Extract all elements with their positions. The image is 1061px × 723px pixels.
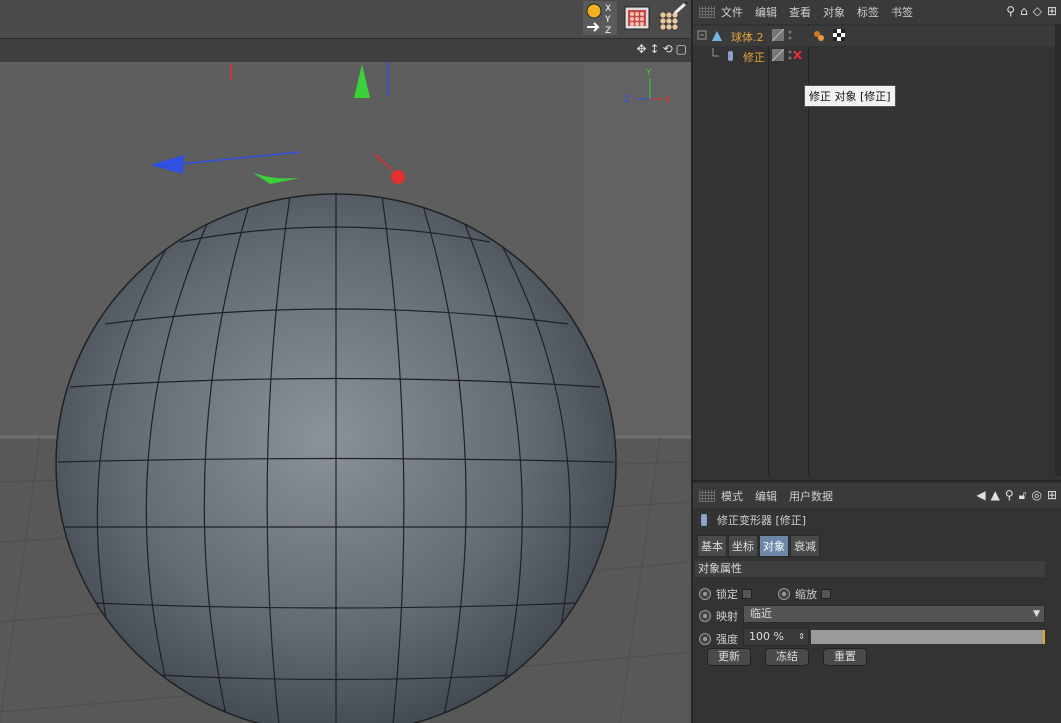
menu-view[interactable]: 查看: [789, 4, 811, 20]
view-axis-y: Y: [645, 68, 652, 78]
menu-bookmarks[interactable]: 书签: [891, 4, 913, 20]
search-icon[interactable]: ⚲: [1005, 488, 1014, 503]
render-settings-button[interactable]: [655, 0, 689, 35]
maximize-view-icon[interactable]: ▢: [676, 42, 687, 56]
phong-tag-icon[interactable]: [814, 31, 824, 41]
tree-branch-icon: [712, 48, 733, 61]
scale-label: 缩放: [795, 588, 817, 601]
axis-letter-x: X: [605, 4, 611, 14]
attribute-tabs: 基本 坐标 对象 衰减: [697, 535, 820, 557]
render-settings-icon: [659, 0, 689, 31]
strength-animate-radio[interactable]: [699, 633, 711, 645]
sphere-object[interactable]: [55, 193, 617, 723]
menu-mode[interactable]: 模式: [721, 488, 743, 504]
visibility-toggle[interactable]: [772, 29, 802, 43]
object-name-correction[interactable]: 修正: [743, 49, 765, 65]
viewport-3d-canvas[interactable]: Y Z X: [0, 62, 691, 723]
strength-slider[interactable]: [811, 630, 1045, 644]
panel-grip-icon[interactable]: [699, 490, 715, 502]
mapping-animate-radio[interactable]: [699, 610, 711, 622]
scale-animate-radio[interactable]: [778, 588, 790, 600]
menu-file[interactable]: 文件: [721, 4, 743, 20]
object-row-correction[interactable]: 修正: [693, 46, 1055, 66]
dolly-view-icon[interactable]: ↕: [650, 42, 660, 56]
new-window-icon[interactable]: ⊞: [1047, 488, 1057, 503]
scale-checkbox[interactable]: [821, 589, 831, 599]
correction-deformer-icon: [728, 51, 733, 61]
disabled-x-icon[interactable]: [793, 50, 802, 60]
back-arrow-icon[interactable]: ◀: [976, 488, 985, 503]
menu-objects[interactable]: 对象: [823, 4, 845, 20]
back-icon[interactable]: ◇: [1033, 4, 1042, 18]
attribute-manager-menubar: 模式 编辑 用户数据 ◀ ▲ ⚲ 🔓︎ ◎ ⊞: [693, 484, 1061, 508]
tooltip: 修正 对象 [修正]: [804, 85, 896, 107]
object-row-sphere[interactable]: 球体.2: [693, 26, 1055, 46]
tab-object[interactable]: 对象: [759, 535, 789, 557]
object-manager-scrollbar[interactable]: [1055, 24, 1061, 476]
object-manager[interactable]: 球体.2 修正 修正 对象 [修正]: [693, 24, 1061, 476]
new-window-icon[interactable]: ⊞: [1047, 4, 1057, 18]
mapping-label: 映射: [716, 610, 738, 623]
correction-deformer-icon: [701, 514, 707, 526]
update-button[interactable]: 更新: [707, 648, 751, 666]
attribute-title: 修正变形器 [修正]: [717, 514, 807, 527]
mapping-value: 临近: [750, 607, 772, 620]
attribute-header: 修正变形器 [修正]: [699, 512, 806, 528]
move-view-icon[interactable]: ✥: [636, 42, 646, 56]
world-axis-icon: X Y Z: [586, 3, 611, 36]
search-icon[interactable]: ⚲: [1006, 4, 1015, 18]
rotate-view-icon[interactable]: ⟲: [663, 42, 673, 56]
sphere-object-icon: [712, 31, 722, 41]
lock-icon[interactable]: 🔓︎: [1019, 488, 1027, 503]
tree-expand-icon[interactable]: [697, 29, 723, 43]
texture-tag-icon[interactable]: [833, 29, 845, 41]
tab-falloff[interactable]: 衰减: [790, 535, 820, 557]
tab-coordinates[interactable]: 坐标: [728, 535, 758, 557]
view-axis-x: X: [665, 95, 671, 105]
home-icon[interactable]: ⌂: [1020, 4, 1028, 18]
top-toolbar: X Y Z: [0, 0, 691, 38]
render-view-icon: [624, 6, 650, 30]
menu-tags[interactable]: 标签: [857, 4, 879, 20]
viewport-nav-bar: ✥ ↕ ⟲ ▢: [0, 38, 691, 62]
tab-basic[interactable]: 基本: [697, 535, 727, 557]
object-name-sphere[interactable]: 球体.2: [731, 29, 764, 45]
strength-row: 强度 100 % ⇕: [699, 628, 1057, 648]
target-icon[interactable]: ◎: [1031, 488, 1041, 503]
view-axis-z: Z: [624, 95, 630, 105]
lock-checkbox[interactable]: [742, 589, 752, 599]
mapping-row: 映射 临近 ▼: [699, 605, 1057, 625]
section-title: 对象属性: [695, 561, 1045, 577]
object-manager-menubar: 文件 编辑 查看 对象 标签 书签 ⚲ ⌂ ◇ ⊞: [693, 0, 1061, 24]
menu-edit[interactable]: 编辑: [755, 488, 777, 504]
axis-letter-z: Z: [605, 26, 611, 35]
strength-label: 强度: [716, 633, 738, 646]
lock-label: 锁定: [716, 588, 738, 601]
attribute-manager: 模式 编辑 用户数据 ◀ ▲ ⚲ 🔓︎ ◎ ⊞ 修正变形器 [修正] 基本 坐标…: [693, 480, 1061, 723]
menu-user-data[interactable]: 用户数据: [789, 488, 833, 504]
lock-scale-row: 锁定 缩放: [699, 586, 831, 602]
right-panel: 文件 编辑 查看 对象 标签 书签 ⚲ ⌂ ◇ ⊞ 球体.2 修正 修正 对象 …: [691, 0, 1061, 723]
viewport-area[interactable]: X Y Z ✥ ↕ ⟲ ▢ Y Z X: [0, 0, 691, 723]
gizmo-x-handle[interactable]: [391, 170, 405, 184]
reset-button[interactable]: 重置: [823, 648, 867, 666]
freeze-button[interactable]: 冻结: [765, 648, 809, 666]
strength-value: 100 %: [749, 630, 784, 643]
chevron-down-icon: ▼: [1033, 609, 1040, 619]
menu-edit[interactable]: 编辑: [755, 4, 777, 20]
enable-toggle[interactable]: [772, 49, 804, 63]
panel-grip-icon[interactable]: [699, 6, 715, 18]
lock-animate-radio[interactable]: [699, 588, 711, 600]
strength-input[interactable]: 100 % ⇕: [743, 628, 809, 646]
render-view-button[interactable]: [620, 1, 654, 35]
axis-letter-y: Y: [604, 15, 611, 25]
coordinate-system-button[interactable]: X Y Z: [583, 1, 617, 36]
up-arrow-icon[interactable]: ▲: [991, 488, 1000, 503]
stepper-arrows-icon[interactable]: ⇕: [798, 629, 805, 645]
mapping-select[interactable]: 临近 ▼: [743, 605, 1045, 623]
object-tags[interactable]: [813, 29, 847, 43]
